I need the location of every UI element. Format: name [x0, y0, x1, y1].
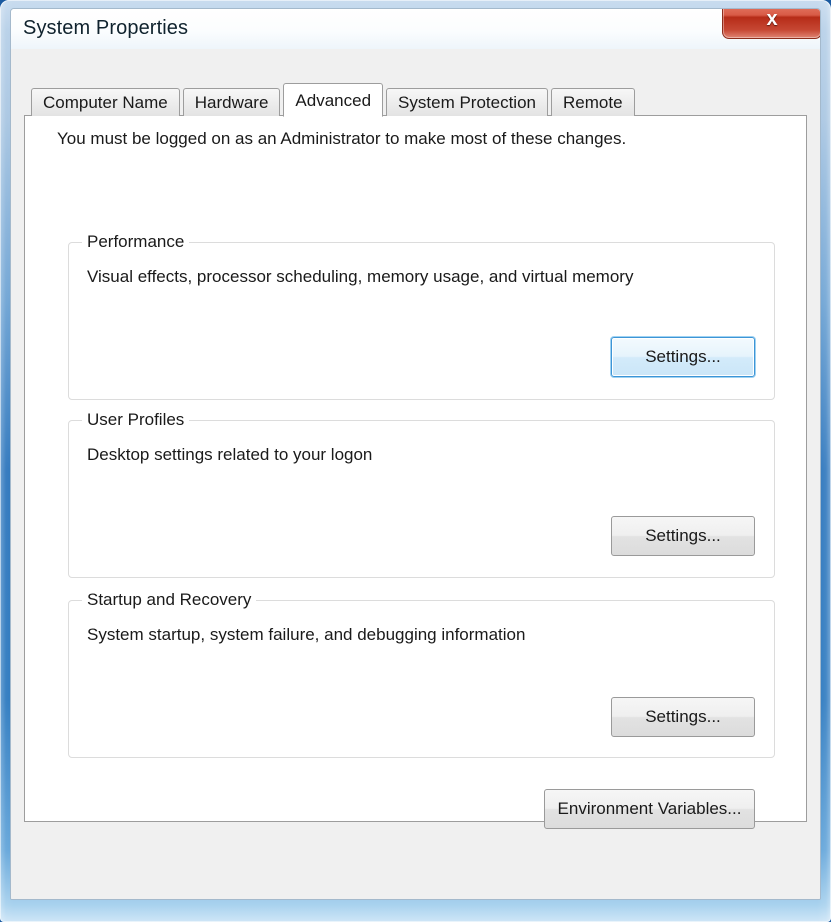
- window-frame: System Properties x Computer Name Hardwa…: [0, 0, 831, 922]
- close-button[interactable]: x: [722, 8, 820, 39]
- window-title: System Properties: [23, 17, 189, 39]
- tab-remote[interactable]: Remote: [551, 88, 635, 116]
- tab-hardware[interactable]: Hardware: [182, 88, 281, 116]
- tab-advanced[interactable]: Advanced: [283, 83, 384, 117]
- user-profiles-settings-button[interactable]: Settings...: [611, 516, 755, 556]
- dialog-body: Computer Name Hardware Advanced System P…: [11, 49, 820, 899]
- group-performance-description: Visual effects, processor scheduling, me…: [87, 267, 634, 286]
- administrator-notice: You must be logged on as an Administrato…: [57, 129, 627, 148]
- tab-computer-name[interactable]: Computer Name: [31, 88, 180, 116]
- performance-settings-button[interactable]: Settings...: [611, 337, 755, 377]
- group-user-profiles-description: Desktop settings related to your logon: [87, 445, 373, 464]
- group-performance-legend: Performance: [82, 232, 190, 252]
- close-icon: x: [766, 8, 778, 30]
- window-client-area: System Properties x Computer Name Hardwa…: [10, 8, 821, 900]
- tab-strip: Computer Name Hardware Advanced System P…: [31, 82, 791, 117]
- group-user-profiles-legend: User Profiles: [82, 410, 190, 430]
- group-startup-and-recovery-legend: Startup and Recovery: [82, 590, 257, 610]
- title-bar: System Properties x: [11, 9, 820, 49]
- tab-system-protection[interactable]: System Protection: [386, 88, 548, 116]
- group-startup-and-recovery-description: System startup, system failure, and debu…: [87, 625, 526, 644]
- startup-recovery-settings-button[interactable]: Settings...: [611, 697, 755, 737]
- environment-variables-button[interactable]: Environment Variables...: [544, 789, 755, 829]
